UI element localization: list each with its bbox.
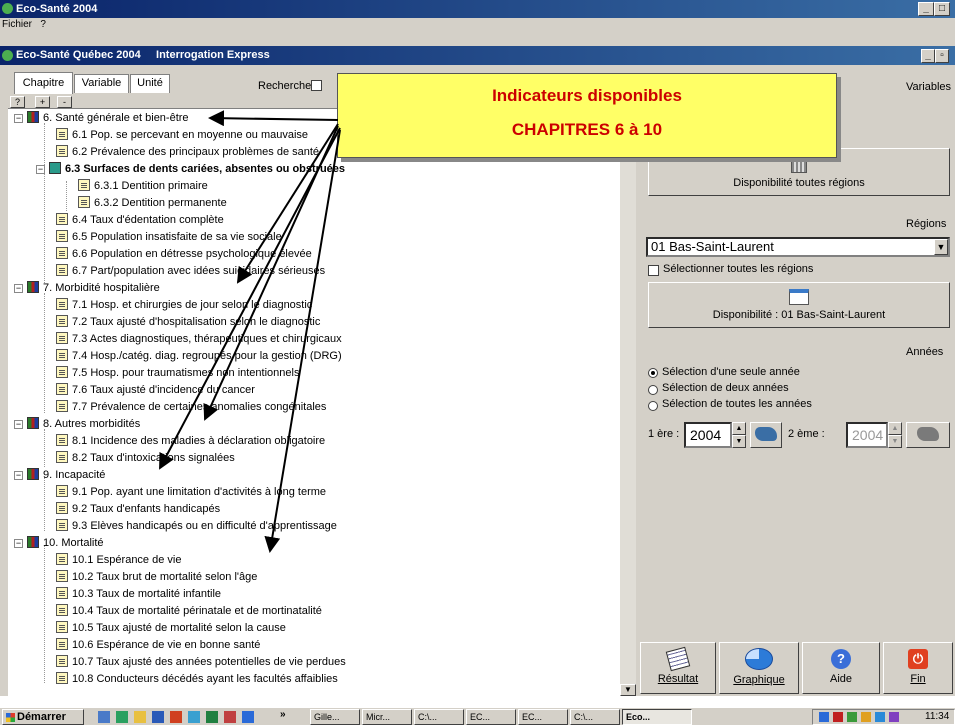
quicklaunch-more-icon[interactable]: » (280, 709, 286, 720)
tray-icon[interactable] (861, 712, 871, 722)
task-item-3[interactable]: C:\... (414, 709, 464, 725)
tray-icon[interactable] (889, 712, 899, 722)
quicklaunch-icon[interactable] (98, 711, 110, 723)
task-item-2[interactable]: Micr... (362, 709, 412, 725)
quicklaunch-icon[interactable] (152, 711, 164, 723)
task-item-7[interactable]: Eco... (622, 709, 692, 725)
quicklaunch-icon[interactable] (224, 711, 236, 723)
arrows-overlay (159, 110, 341, 553)
quicklaunch-icon[interactable] (170, 711, 182, 723)
quick-launch: » (90, 709, 330, 724)
quicklaunch-icon[interactable] (134, 711, 146, 723)
quicklaunch-icon[interactable] (116, 711, 128, 723)
clock: 11:34 (925, 711, 950, 722)
system-tray: 11:34 (812, 709, 955, 725)
windows-logo-icon (6, 713, 15, 722)
task-item-1[interactable]: Gille... (310, 709, 360, 725)
task-item-6[interactable]: C:\... (570, 709, 620, 725)
tray-icon[interactable] (875, 712, 885, 722)
quicklaunch-icon[interactable] (242, 711, 254, 723)
task-item-5[interactable]: EC... (518, 709, 568, 725)
tray-icon[interactable] (833, 712, 843, 722)
arrow-to-ch6 (208, 110, 339, 127)
quicklaunch-icon[interactable] (206, 711, 218, 723)
start-button[interactable]: Démarrer (2, 709, 84, 725)
tray-icon[interactable] (847, 712, 857, 722)
arrow-to-ch7 (236, 123, 339, 284)
task-item-4[interactable]: EC... (466, 709, 516, 725)
quicklaunch-icon[interactable] (188, 711, 200, 723)
tray-icon[interactable] (819, 712, 829, 722)
